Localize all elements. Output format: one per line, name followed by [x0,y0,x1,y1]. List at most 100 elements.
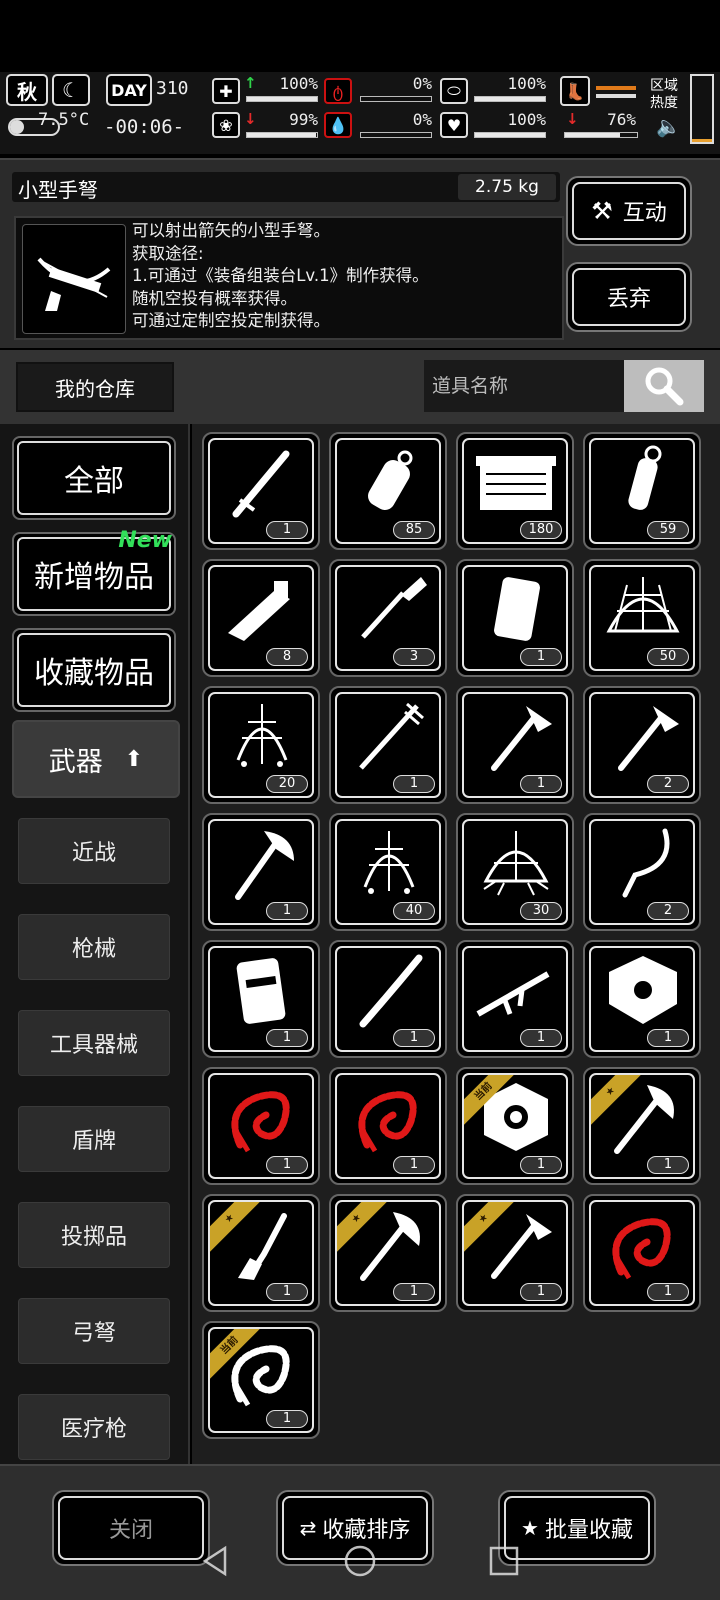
item-count: 20 [266,775,308,793]
inventory-slot[interactable]: 1 [202,1067,320,1185]
inventory-slot-frame[interactable]: 1 [462,692,568,798]
stamina-bar [564,132,638,138]
inventory-slot[interactable]: 30 [456,813,574,931]
health-bar [246,96,318,102]
new-badge: New [118,528,172,553]
inventory-slot[interactable]: 59 [583,432,701,550]
inventory-slot[interactable]: 85 [329,432,447,550]
inventory-slot-frame[interactable]: 59 [589,438,695,544]
subcategory-bows[interactable]: 弓弩 [18,1298,170,1364]
category-all-face[interactable]: 全部 [17,441,171,515]
inventory-slot-frame[interactable]: 1 [462,946,568,1052]
inventory-slot-frame[interactable]: 1 [208,819,314,925]
subcategory-medical-gun[interactable]: 医疗枪 [18,1394,170,1460]
inventory-slot[interactable]: 1 [329,686,447,804]
inventory-slot-frame[interactable]: 1 [335,946,441,1052]
inventory-slot-frame[interactable]: 8 [208,565,314,671]
inventory-slot-frame[interactable]: 1 ★ [462,1200,568,1306]
category-favorites[interactable]: 收藏物品 [12,628,176,712]
inventory-slot[interactable]: 2 [583,813,701,931]
inventory-slot-frame[interactable]: 20 [208,692,314,798]
inventory-slot[interactable]: 8 [202,559,320,677]
item-count: 1 [266,1156,308,1174]
inventory-slot[interactable]: 1 ★ [329,1194,447,1312]
inventory-slot-frame[interactable]: 180 [462,438,568,544]
inventory-slot[interactable]: 1 ★ [202,1194,320,1312]
inventory-slot-frame[interactable]: 1 ★ [589,1073,695,1179]
inventory-slot[interactable]: 3 [329,559,447,677]
subcategory-shields[interactable]: 盾牌 [18,1106,170,1172]
inventory-slot-frame[interactable]: 3 [335,565,441,671]
clock: -00:06- [104,116,185,138]
tab-my-warehouse[interactable]: 我的仓库 [16,362,174,412]
inventory-slot[interactable]: 2 [583,686,701,804]
category-favorites-face[interactable]: 收藏物品 [17,633,171,707]
inventory-slot[interactable]: 180 [456,432,574,550]
subcategory-tools[interactable]: 工具器械 [18,1010,170,1076]
inventory-slot-frame[interactable]: 1 ★ [335,1200,441,1306]
inventory-slot[interactable]: 1 [202,813,320,931]
recents-icon[interactable] [487,1544,521,1578]
inventory-slot-frame[interactable]: 1 当前 [462,1073,568,1179]
inventory-slot-frame[interactable]: 1 [335,692,441,798]
inventory-slot-frame[interactable]: 50 [589,565,695,671]
category-weapons[interactable]: 武器 ⬆ [12,720,180,798]
equipped-ribbon: 当前 [464,1075,516,1127]
inventory-slot[interactable]: 1 ★ [583,1067,701,1185]
inventory-slot-frame[interactable]: 1 [208,946,314,1052]
inventory-slot[interactable]: 1 [456,559,574,677]
subcategory-label: 弓弩 [71,1321,116,1346]
inventory-slot-frame[interactable]: 1 [462,565,568,671]
inventory-slot-frame[interactable]: 2 [589,819,695,925]
description-line: 随机空投有概率获得。 [132,288,297,308]
inventory-slot-frame[interactable]: 85 [335,438,441,544]
inventory-slot[interactable]: 1 [202,940,320,1058]
status-hud: 秋 ☾ 7.5°C DAY 310 -00:06- ✚ ↑ 100% ❀ ↓ 9… [0,72,720,154]
item-count: 30 [520,902,562,920]
interact-button[interactable]: ⚒ 互动 [566,176,692,246]
inventory-slot-frame[interactable]: 2 [589,692,695,798]
inventory-slot[interactable]: 40 [329,813,447,931]
inventory-slot[interactable]: 1 [456,686,574,804]
system-navigation-bar [0,1522,720,1600]
inventory-slot[interactable]: 1 [329,1067,447,1185]
inventory-slot-frame[interactable]: 30 [462,819,568,925]
inventory-slot-frame[interactable]: 1 当前 [208,1327,314,1433]
subcategory-firearms[interactable]: 枪械 [18,914,170,980]
immunity-bar-fill [475,97,545,101]
inventory-slot[interactable]: 1 当前 [456,1067,574,1185]
back-icon[interactable] [199,1544,233,1578]
brain-icon: ❀ [212,112,240,138]
discard-button-face[interactable]: 丢弃 [572,268,686,326]
inventory-slot-frame[interactable]: 1 [589,946,695,1052]
inventory-slot-frame[interactable]: 1 [208,1073,314,1179]
search-button[interactable] [624,360,704,412]
interact-button-face[interactable]: ⚒ 互动 [572,182,686,240]
inventory-slot[interactable]: 1 当前 [202,1321,320,1439]
item-description-box: 可以射出箭矢的小型手弩。 获取途径: 1.可通过《装备组装台Lv.1》制作获得。… [14,216,564,340]
inventory-slot-frame[interactable]: 1 ★ [208,1200,314,1306]
inventory-slot[interactable]: 50 [583,559,701,677]
inventory-slot[interactable]: 20 [202,686,320,804]
item-count: 1 [266,521,308,539]
inventory-slot-frame[interactable]: 1 [335,1073,441,1179]
description-line: 可通过定制空投定制获得。 [132,311,330,330]
inventory-slot[interactable]: 1 [329,940,447,1058]
inventory-slot[interactable]: 1 [202,432,320,550]
subcategory-label: 近战 [71,841,116,866]
inventory-slot[interactable]: 1 [583,940,701,1058]
discard-button[interactable]: 丢弃 [566,262,692,332]
inventory-slot-frame[interactable]: 40 [335,819,441,925]
category-all[interactable]: 全部 [12,436,176,520]
inventory-slot-frame[interactable]: 1 [589,1200,695,1306]
health-bar-fill [247,97,317,101]
subcategory-melee[interactable]: 近战 [18,818,170,884]
category-new-items[interactable]: 新增物品 New [12,528,176,616]
inventory-slot-frame[interactable]: 1 [208,438,314,544]
subcategory-throwables[interactable]: 投掷品 [18,1202,170,1268]
search-input[interactable] [424,360,624,412]
inventory-slot[interactable]: 1 [456,940,574,1058]
home-icon[interactable] [343,1544,377,1578]
inventory-slot[interactable]: 1 [583,1194,701,1312]
inventory-slot[interactable]: 1 ★ [456,1194,574,1312]
